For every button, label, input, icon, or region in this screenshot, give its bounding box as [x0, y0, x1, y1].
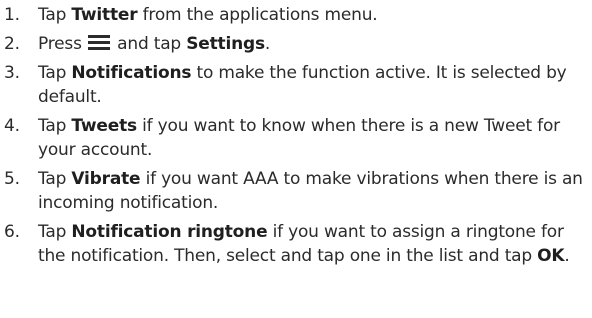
step-keyword: Notification ringtone: [71, 222, 268, 242]
step-text-segment: Tap: [38, 116, 72, 136]
step-text-segment: and tap: [111, 34, 187, 54]
step-item: 3. Tap Notifications to make the function…: [0, 61, 592, 109]
step-number: 5.: [4, 169, 20, 189]
step-text-segment: .: [564, 246, 570, 266]
menu-icon: [87, 35, 110, 50]
step-text-segment: from the applications menu.: [137, 5, 378, 25]
step-text-segment: .: [264, 34, 271, 54]
step-text: Tap Notifications to make the function a…: [38, 63, 567, 107]
step-keyword: Vibrate: [71, 169, 141, 189]
step-text-segment: Tap: [38, 169, 72, 189]
step-keyword: OK: [537, 246, 565, 266]
step-text-segment: Tap: [38, 5, 72, 25]
step-keyword: Notifications: [71, 63, 192, 83]
step-keyword: Tweets: [71, 116, 137, 136]
step-keyword: Settings: [186, 34, 265, 54]
step-item: 4. Tap Tweets if you want to know when th…: [0, 114, 592, 162]
step-number: 1.: [4, 5, 20, 25]
step-item: 1. Tap Twitter from the applications menu…: [0, 3, 592, 27]
step-item: 5. Tap Vibrate if you want AAA to make vi…: [0, 167, 592, 215]
step-text: Press and tap Settings.: [38, 34, 270, 54]
step-text: Tap Tweets if you want to know when ther…: [38, 116, 560, 160]
step-text: Tap Twitter from the applications menu.: [38, 5, 378, 25]
step-item: 6. Tap Notification ringtone if you want …: [0, 220, 592, 268]
instruction-steps: 1. Tap Twitter from the applications menu…: [0, 3, 592, 273]
step-text-segment: Tap: [38, 222, 72, 242]
step-keyword: Twitter: [71, 5, 138, 25]
step-number: 3.: [4, 63, 20, 83]
step-number: 6.: [4, 222, 20, 242]
step-number: 2.: [4, 34, 20, 54]
step-number: 4.: [4, 116, 20, 136]
step-text-segment: Tap: [38, 63, 72, 83]
step-text: Tap Vibrate if you want AAA to make vibr…: [38, 169, 583, 213]
step-text: Tap Notification ringtone if you want to…: [38, 222, 570, 266]
step-item: 2. Press and tap Settings.: [0, 32, 592, 56]
step-text-segment: Press: [38, 34, 87, 54]
